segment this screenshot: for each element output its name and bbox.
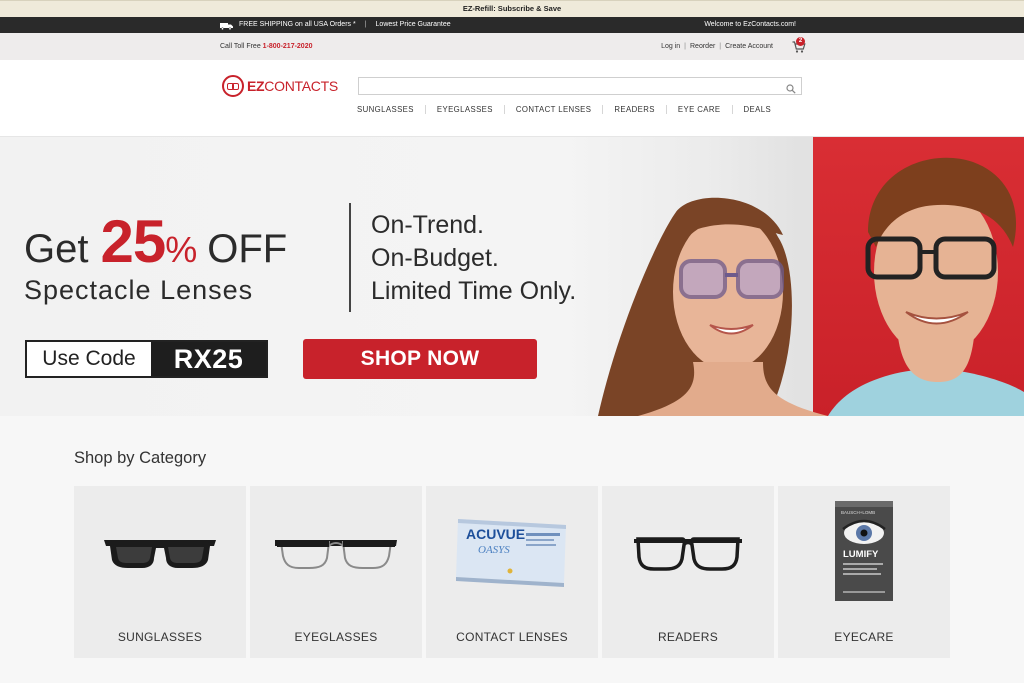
utility-bar: Call Toll Free 1-800-217-2020 Log in | R… <box>0 33 1024 60</box>
logo-mark-icon <box>222 75 244 97</box>
category-section-title: Shop by Category <box>74 449 207 467</box>
promo-text[interactable]: EZ-Refill: Subscribe & Save <box>463 4 561 13</box>
nav-eye-care[interactable]: EYE CARE <box>665 105 732 114</box>
free-shipping-text[interactable]: FREE SHIPPING on all USA Orders * <box>239 17 356 33</box>
svg-text:ACUVUE: ACUVUE <box>466 526 525 542</box>
welcome-text: Welcome to EzContacts.com! <box>704 21 796 28</box>
ezcontacts-logo[interactable]: EZCONTACTS <box>222 75 338 97</box>
category-label-sunglasses: SUNGLASSES <box>117 630 203 644</box>
headline-subtitle: Spectacle Lenses <box>24 275 254 305</box>
account-links: Log in | Reorder | Create Account <box>661 33 773 60</box>
svg-text:LUMIFY: LUMIFY <box>843 549 879 560</box>
tagline-line-1: On-Trend. <box>371 211 485 239</box>
search-icon[interactable] <box>786 81 796 94</box>
category-label-contact-lenses: CONTACT LENSES <box>456 630 568 644</box>
tagline-line-3: Limited Time Only. <box>371 277 577 305</box>
nav-sunglasses[interactable]: SUNGLASSES <box>357 105 425 114</box>
cart-count-badge: 2 <box>796 37 805 46</box>
readers-icon <box>602 486 774 616</box>
promo-bar[interactable]: EZ-Refill: Subscribe & Save <box>0 0 1024 17</box>
nav-contact-lenses[interactable]: CONTACT LENSES <box>503 105 603 114</box>
tagline-line-2: On-Budget. <box>371 244 499 272</box>
category-card-readers[interactable]: READERS <box>602 486 774 658</box>
nav-eyeglasses[interactable]: EYEGLASSES <box>424 105 504 114</box>
promo-code: Use Code RX25 <box>25 340 268 378</box>
toll-free-label: Call Toll Free <box>220 43 261 50</box>
shipping-info: FREE SHIPPING on all USA Orders * | Lowe… <box>220 17 451 33</box>
hero-divider <box>349 203 351 312</box>
search-input[interactable] <box>359 80 779 97</box>
promo-code-label: Use Code <box>27 342 151 376</box>
discount-headline: Get 25 % OFF <box>24 207 287 276</box>
create-account-link[interactable]: Create Account <box>725 33 773 60</box>
reorder-link[interactable]: Reorder <box>690 33 715 60</box>
headline-get: Get <box>24 227 89 271</box>
nav-readers[interactable]: READERS <box>602 105 666 114</box>
hero-tagline: On-Trend. On-Budget. Limited Time Only. <box>371 209 576 308</box>
main-nav: SUNGLASSES EYEGLASSES CONTACT LENSES REA… <box>357 105 782 114</box>
headline-percent-sign: % <box>165 229 198 270</box>
category-label-eyeglasses: EYEGLASSES <box>294 630 378 644</box>
account-separator: | <box>719 43 722 50</box>
promo-code-value: RX25 <box>151 342 266 376</box>
sunglasses-icon <box>74 486 246 616</box>
shipping-separator: | <box>364 21 367 28</box>
contact-lens-box-icon: ACUVUE OASYS <box>426 486 598 616</box>
category-label-readers: READERS <box>657 630 719 644</box>
hero-models-image <box>598 157 1024 416</box>
category-label-eyecare: EYECARE <box>834 630 894 644</box>
shipping-bar: FREE SHIPPING on all USA Orders * | Lowe… <box>0 17 1024 33</box>
toll-free: Call Toll Free 1-800-217-2020 <box>220 33 313 60</box>
toll-free-phone[interactable]: 1-800-217-2020 <box>263 43 313 50</box>
eyeglasses-icon <box>250 486 422 616</box>
login-link[interactable]: Log in <box>661 33 680 60</box>
category-card-sunglasses[interactable]: SUNGLASSES <box>74 486 246 658</box>
category-card-eyecare[interactable]: BAUSCH+LOMB LUMIFY EYECARE <box>778 486 950 658</box>
svg-text:OASYS: OASYS <box>478 544 510 556</box>
headline-off: OFF <box>207 227 288 271</box>
nav-deals[interactable]: DEALS <box>731 105 783 114</box>
search-bar <box>358 77 802 97</box>
truck-icon <box>220 22 233 30</box>
eye-drops-box-icon: BAUSCH+LOMB LUMIFY <box>778 486 950 616</box>
account-separator: | <box>684 43 686 50</box>
category-grid: SUNGLASSES EYEGLASSES ACUVUE OASYS CONTA… <box>74 486 950 658</box>
logo-text: EZCONTACTS <box>247 78 338 94</box>
shop-by-category: Shop by Category SUNGLASSES EYEGLASSES A… <box>0 416 1024 683</box>
category-card-eyeglasses[interactable]: EYEGLASSES <box>250 486 422 658</box>
price-guarantee-text[interactable]: Lowest Price Guarantee <box>376 17 451 33</box>
svg-text:BAUSCH+LOMB: BAUSCH+LOMB <box>841 510 875 515</box>
headline-percent: 25 <box>100 208 166 275</box>
shop-now-button[interactable]: SHOP NOW <box>303 339 537 379</box>
hero-banner[interactable]: Get 25 % OFF Spectacle Lenses On-Trend. … <box>0 137 1024 416</box>
site-header: EZCONTACTS SUNGLASSES EYEGLASSES CONTACT… <box>0 60 1024 137</box>
category-card-contact-lenses[interactable]: ACUVUE OASYS CONTACT LENSES <box>426 486 598 658</box>
